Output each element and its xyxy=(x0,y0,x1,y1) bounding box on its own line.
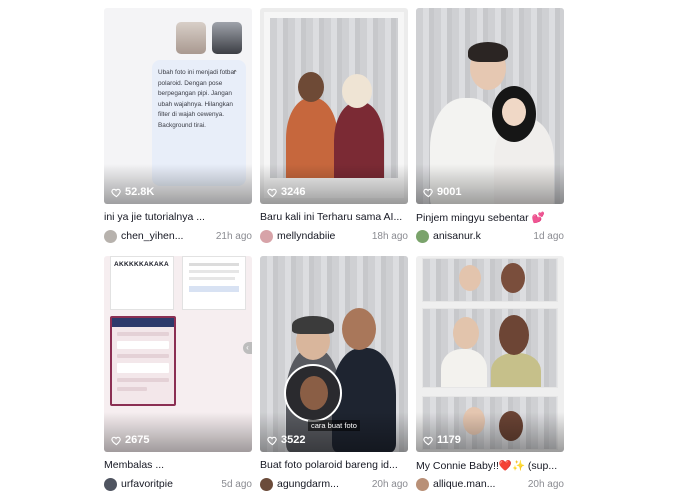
like-count: 52.8K xyxy=(111,186,154,198)
note-heading: AKKKKKAKAKA xyxy=(114,261,169,268)
username[interactable]: anisanur.k xyxy=(433,230,481,242)
scroll-arrow-button[interactable]: ‹ xyxy=(243,342,252,354)
username[interactable]: mellyndabiie xyxy=(277,230,335,242)
post-time: 20h ago xyxy=(527,478,564,490)
video-title[interactable]: ini ya jie tutorialnya ... xyxy=(104,211,252,223)
video-thumbnail[interactable]: cara buat foto 3522 xyxy=(260,256,408,452)
like-count: 1179 xyxy=(423,434,461,446)
bucket-hat xyxy=(292,316,334,334)
video-thumbnail[interactable]: 1179 xyxy=(416,256,564,452)
post-time: 5d ago xyxy=(221,478,252,490)
like-count: 2675 xyxy=(111,434,149,446)
avatar[interactable] xyxy=(260,477,273,491)
heart-icon xyxy=(111,188,121,197)
video-meta: mellyndabiie 18h ago xyxy=(260,228,408,244)
screenshot-page xyxy=(182,256,246,310)
thumbnail-mini-photo xyxy=(176,22,206,54)
chat-bubble: Ubah foto ini menjadi fotbar polaroid. D… xyxy=(152,60,246,186)
username[interactable]: chen_yihen... xyxy=(121,230,183,242)
screenshot-note: AKKKKKAKAKA xyxy=(110,256,174,310)
heart-icon xyxy=(111,436,121,445)
video-thumbnail[interactable]: AKKKKKAKAKA ‹ 2675 xyxy=(104,256,252,452)
avatar[interactable] xyxy=(104,477,117,491)
heart-icon xyxy=(423,436,433,445)
video-meta: urfavoritpie 5d ago xyxy=(104,476,252,492)
video-meta: allique.man... 20h ago xyxy=(416,476,564,492)
video-thumbnail[interactable]: 3246 xyxy=(260,8,408,204)
video-thumbnail[interactable]: Ubah foto ini menjadi fotbar polaroid. D… xyxy=(104,8,252,204)
video-meta: agungdarm... 20h ago xyxy=(260,476,408,492)
screenshot-form xyxy=(110,316,176,406)
person-head xyxy=(298,72,324,102)
video-title[interactable]: My Connie Baby!!❤️✨ (sup... xyxy=(416,459,564,472)
person-head xyxy=(502,98,526,126)
heart-icon xyxy=(423,188,433,197)
video-title[interactable]: Membalas ... xyxy=(104,459,252,471)
thumbnail-mini-photo xyxy=(212,22,242,54)
hair xyxy=(468,42,508,62)
chat-bubble-text: Ubah foto ini menjadi fotbar polaroid. D… xyxy=(158,69,237,129)
username[interactable]: agungdarm... xyxy=(277,478,339,490)
video-title[interactable]: Buat foto polaroid bareng id... xyxy=(260,459,408,471)
like-count: 3246 xyxy=(267,186,305,198)
video-meta: anisanur.k 1d ago xyxy=(416,228,564,244)
heart-icon xyxy=(267,436,277,445)
person-head xyxy=(342,74,372,108)
person-figure xyxy=(286,98,338,178)
person-figure xyxy=(334,102,384,178)
person-head xyxy=(342,308,376,350)
post-time: 21h ago xyxy=(215,230,252,242)
username[interactable]: urfavoritpie xyxy=(121,478,173,490)
photo-strip-frame xyxy=(422,308,558,388)
creator-face-circle xyxy=(284,364,342,422)
username[interactable]: allique.man... xyxy=(433,478,495,490)
overlay-caption: cara buat foto xyxy=(308,420,360,431)
person-figure xyxy=(332,348,396,452)
video-meta: chen_yihen... 21h ago xyxy=(104,228,252,244)
avatar[interactable] xyxy=(260,229,273,243)
post-time: 20h ago xyxy=(371,478,408,490)
avatar[interactable] xyxy=(104,229,117,243)
polaroid-frame xyxy=(264,12,404,198)
avatar[interactable] xyxy=(416,477,429,491)
post-time: 18h ago xyxy=(371,230,408,242)
heart-icon xyxy=(267,188,277,197)
post-time: 1d ago xyxy=(533,230,564,242)
avatar[interactable] xyxy=(416,229,429,243)
curtain-background xyxy=(416,8,564,204)
like-count: 3522 xyxy=(267,434,305,446)
photo-strip-frame xyxy=(422,258,558,302)
video-thumbnail[interactable]: 9001 xyxy=(416,8,564,204)
like-count: 9001 xyxy=(423,186,461,198)
chevron-up-icon: ⌃ xyxy=(232,70,238,77)
video-title[interactable]: Baru kali ini Terharu sama AI... xyxy=(260,211,408,223)
video-title[interactable]: Pinjem mingyu sebentar 💕 xyxy=(416,211,564,224)
